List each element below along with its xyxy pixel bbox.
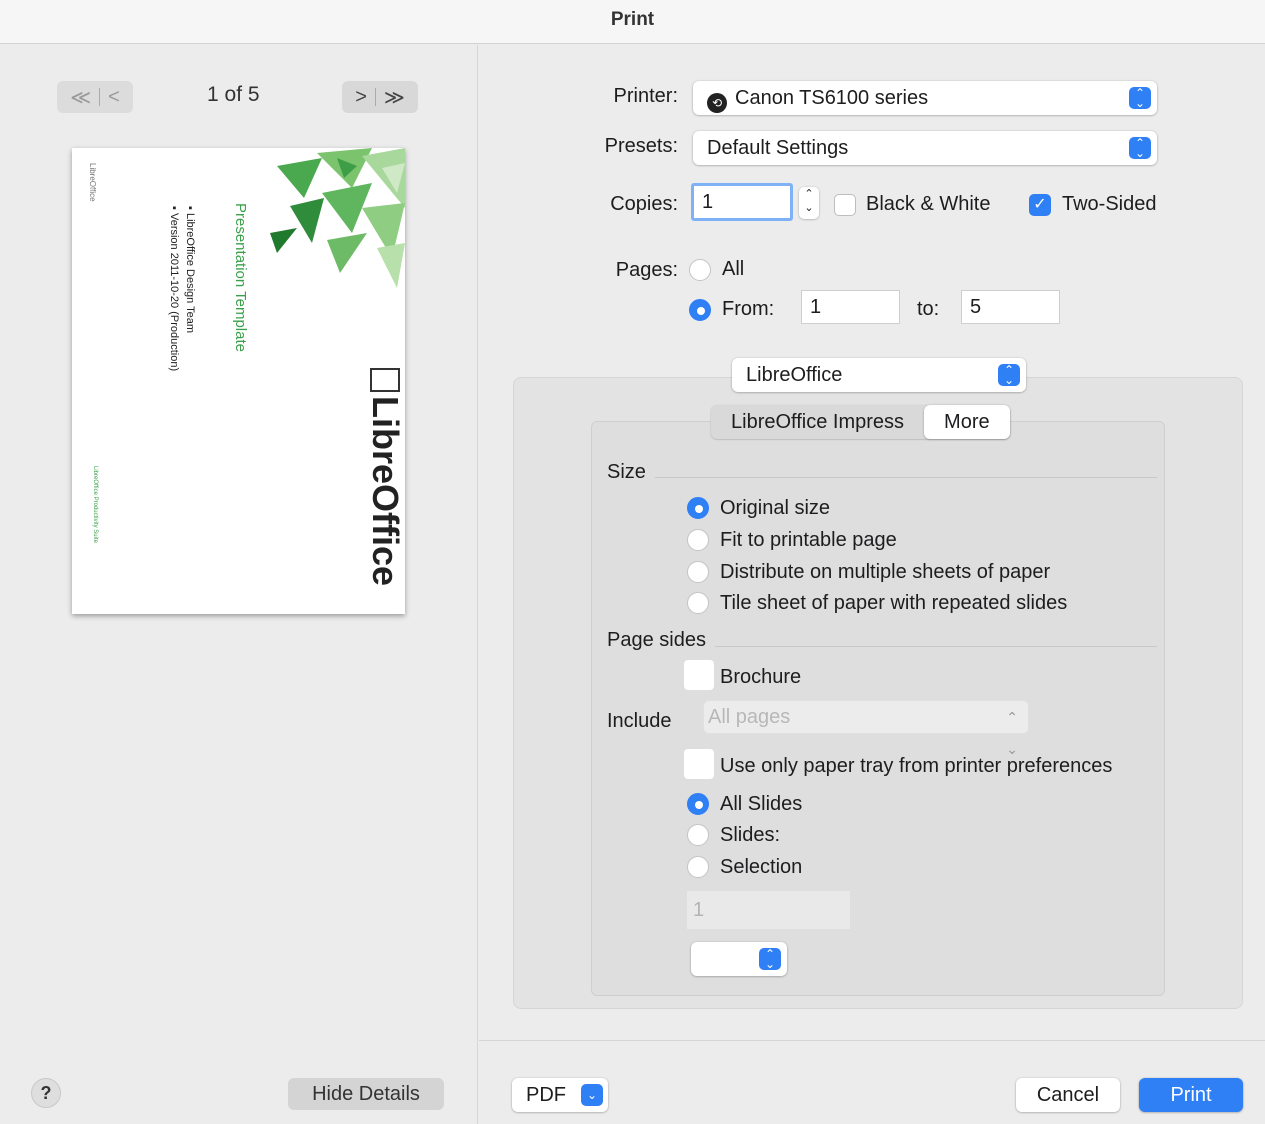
pages-all-radio[interactable] bbox=[689, 259, 711, 281]
cancel-button[interactable]: Cancel bbox=[1016, 1078, 1120, 1112]
size-original-radio[interactable] bbox=[687, 497, 709, 519]
bottom-bar: PDF ⌄ Cancel Print bbox=[479, 1040, 1265, 1124]
first-prev-page-buttons[interactable]: ≪ < bbox=[57, 81, 133, 113]
preview-bullet-1: ▪ LibreOffice Design Team bbox=[184, 206, 196, 334]
size-option-label: Tile sheet of paper with repeated slides bbox=[720, 592, 1068, 614]
pages-all-label: All bbox=[722, 258, 745, 280]
printer-value: Canon TS6100 series bbox=[735, 87, 929, 109]
next-last-page-buttons[interactable]: > ≫ bbox=[342, 81, 418, 113]
preview-bullet-2: ▪ Version 2011-10-20 (Production) bbox=[168, 206, 180, 372]
chevron-down-icon: ⌄ bbox=[581, 1084, 603, 1106]
presets-popup[interactable]: Default Settings ⌃ ⌄ bbox=[693, 131, 1157, 165]
pages-from-label: From: bbox=[722, 298, 775, 320]
page-sides-section-title: Page sides bbox=[607, 629, 706, 651]
preview-title: Presentation Template bbox=[232, 203, 249, 352]
nav-separator bbox=[374, 88, 376, 106]
copies-label: Copies: bbox=[610, 193, 678, 215]
paper-tray-label: Use only paper tray from printer prefere… bbox=[720, 755, 1113, 777]
popup-arrows-icon: ⌃ ⌄ bbox=[1129, 137, 1151, 159]
next-page-icon[interactable]: > bbox=[355, 86, 367, 109]
black-white-label: Black & White bbox=[866, 193, 991, 215]
slides-option-label: Slides: bbox=[720, 824, 781, 846]
slides-option-label: Selection bbox=[720, 856, 803, 878]
include-value: All pages bbox=[708, 706, 791, 728]
size-option-label: Original size bbox=[720, 497, 831, 519]
nav-separator bbox=[99, 88, 101, 106]
presets-value: Default Settings bbox=[707, 137, 849, 159]
checkmark-icon: ✓ bbox=[1033, 196, 1047, 213]
paper-tray-checkbox[interactable] bbox=[684, 749, 714, 779]
help-button[interactable]: ? bbox=[31, 1078, 61, 1108]
two-sided-checkbox[interactable]: ✓ bbox=[1029, 194, 1051, 216]
selection-radio[interactable] bbox=[687, 856, 709, 878]
printer-status-icon: ⟲ bbox=[707, 93, 727, 113]
tab-more[interactable]: More bbox=[924, 405, 1010, 439]
print-button[interactable]: Print bbox=[1139, 1078, 1243, 1112]
preview-footer: LibreOffice Productivity Suite bbox=[92, 466, 98, 543]
pdf-menu-button[interactable]: PDF ⌄ bbox=[512, 1078, 608, 1112]
slides-option-label: All Slides bbox=[720, 793, 803, 815]
size-option-label: Fit to printable page bbox=[720, 529, 897, 551]
page-counter: 1 of 5 bbox=[207, 83, 260, 106]
pages-to-field[interactable]: 5 bbox=[961, 290, 1060, 324]
all-slides-radio[interactable] bbox=[687, 793, 709, 815]
settings-pane: Printer: ⟲ Canon TS6100 series ⌃ ⌄ Presets… bbox=[479, 45, 1265, 1124]
printer-label: Printer: bbox=[613, 85, 678, 107]
last-page-icon[interactable]: ≫ bbox=[384, 85, 405, 110]
printer-popup[interactable]: ⟲ Canon TS6100 series ⌃ ⌄ bbox=[693, 81, 1157, 115]
presets-label: Presets: bbox=[604, 135, 678, 157]
section-divider bbox=[655, 477, 1157, 478]
size-tile-radio[interactable] bbox=[687, 592, 709, 614]
two-sided-label: Two-Sided bbox=[1062, 193, 1157, 215]
first-page-icon[interactable]: ≪ bbox=[70, 85, 91, 110]
pages-from-radio[interactable] bbox=[689, 299, 711, 321]
slides-radio[interactable] bbox=[687, 824, 709, 846]
size-distribute-radio[interactable] bbox=[687, 561, 709, 583]
section-divider bbox=[715, 646, 1157, 647]
brochure-checkbox[interactable] bbox=[684, 660, 714, 690]
brochure-label: Brochure bbox=[720, 666, 802, 688]
side-label: LibreOffice bbox=[88, 163, 97, 202]
window-title: Print bbox=[0, 0, 1265, 44]
black-white-checkbox[interactable] bbox=[834, 194, 856, 216]
doc-icon bbox=[370, 368, 400, 392]
app-options-value: LibreOffice bbox=[746, 364, 843, 386]
slides-extra-popup[interactable]: ⌃ ⌄ bbox=[691, 942, 787, 976]
tab-libreoffice-impress[interactable]: LibreOffice Impress bbox=[711, 405, 924, 439]
prev-page-icon[interactable]: < bbox=[108, 86, 120, 109]
copies-field[interactable]: 1 bbox=[691, 183, 793, 221]
options-tabs: LibreOffice Impress More bbox=[711, 405, 1010, 439]
page-preview: LibreOffice Presentation Template ▪ Libr… bbox=[72, 148, 405, 614]
size-option-label: Distribute on multiple sheets of paper bbox=[720, 561, 1051, 583]
include-popup[interactable]: All pages ⌃ ⌄ bbox=[703, 700, 1029, 757]
app-options-popup[interactable]: LibreOffice ⌃ ⌄ bbox=[732, 358, 1026, 392]
preview-pane: ≪ < 1 of 5 > ≫ LibreOffice Presentation … bbox=[7, 45, 478, 1124]
size-fit-radio[interactable] bbox=[687, 529, 709, 551]
pages-from-field[interactable]: 1 bbox=[801, 290, 900, 324]
popup-arrows-icon: ⌃ ⌄ bbox=[759, 948, 781, 970]
preview-logo: LibreOffice bbox=[364, 368, 405, 586]
pdf-label: PDF bbox=[526, 1084, 566, 1106]
copies-stepper[interactable]: ⌃ ⌄ bbox=[799, 187, 819, 219]
pages-to-label: to: bbox=[917, 298, 940, 320]
pages-label: Pages: bbox=[615, 259, 678, 281]
include-label: Include bbox=[607, 710, 672, 732]
popup-arrows-icon: ⌃ ⌄ bbox=[1129, 87, 1151, 109]
size-section-title: Size bbox=[607, 461, 646, 483]
slides-range-field[interactable]: 1 bbox=[687, 891, 850, 929]
popup-arrows-icon: ⌃ ⌄ bbox=[998, 364, 1020, 386]
hide-details-button[interactable]: Hide Details bbox=[288, 1078, 444, 1110]
